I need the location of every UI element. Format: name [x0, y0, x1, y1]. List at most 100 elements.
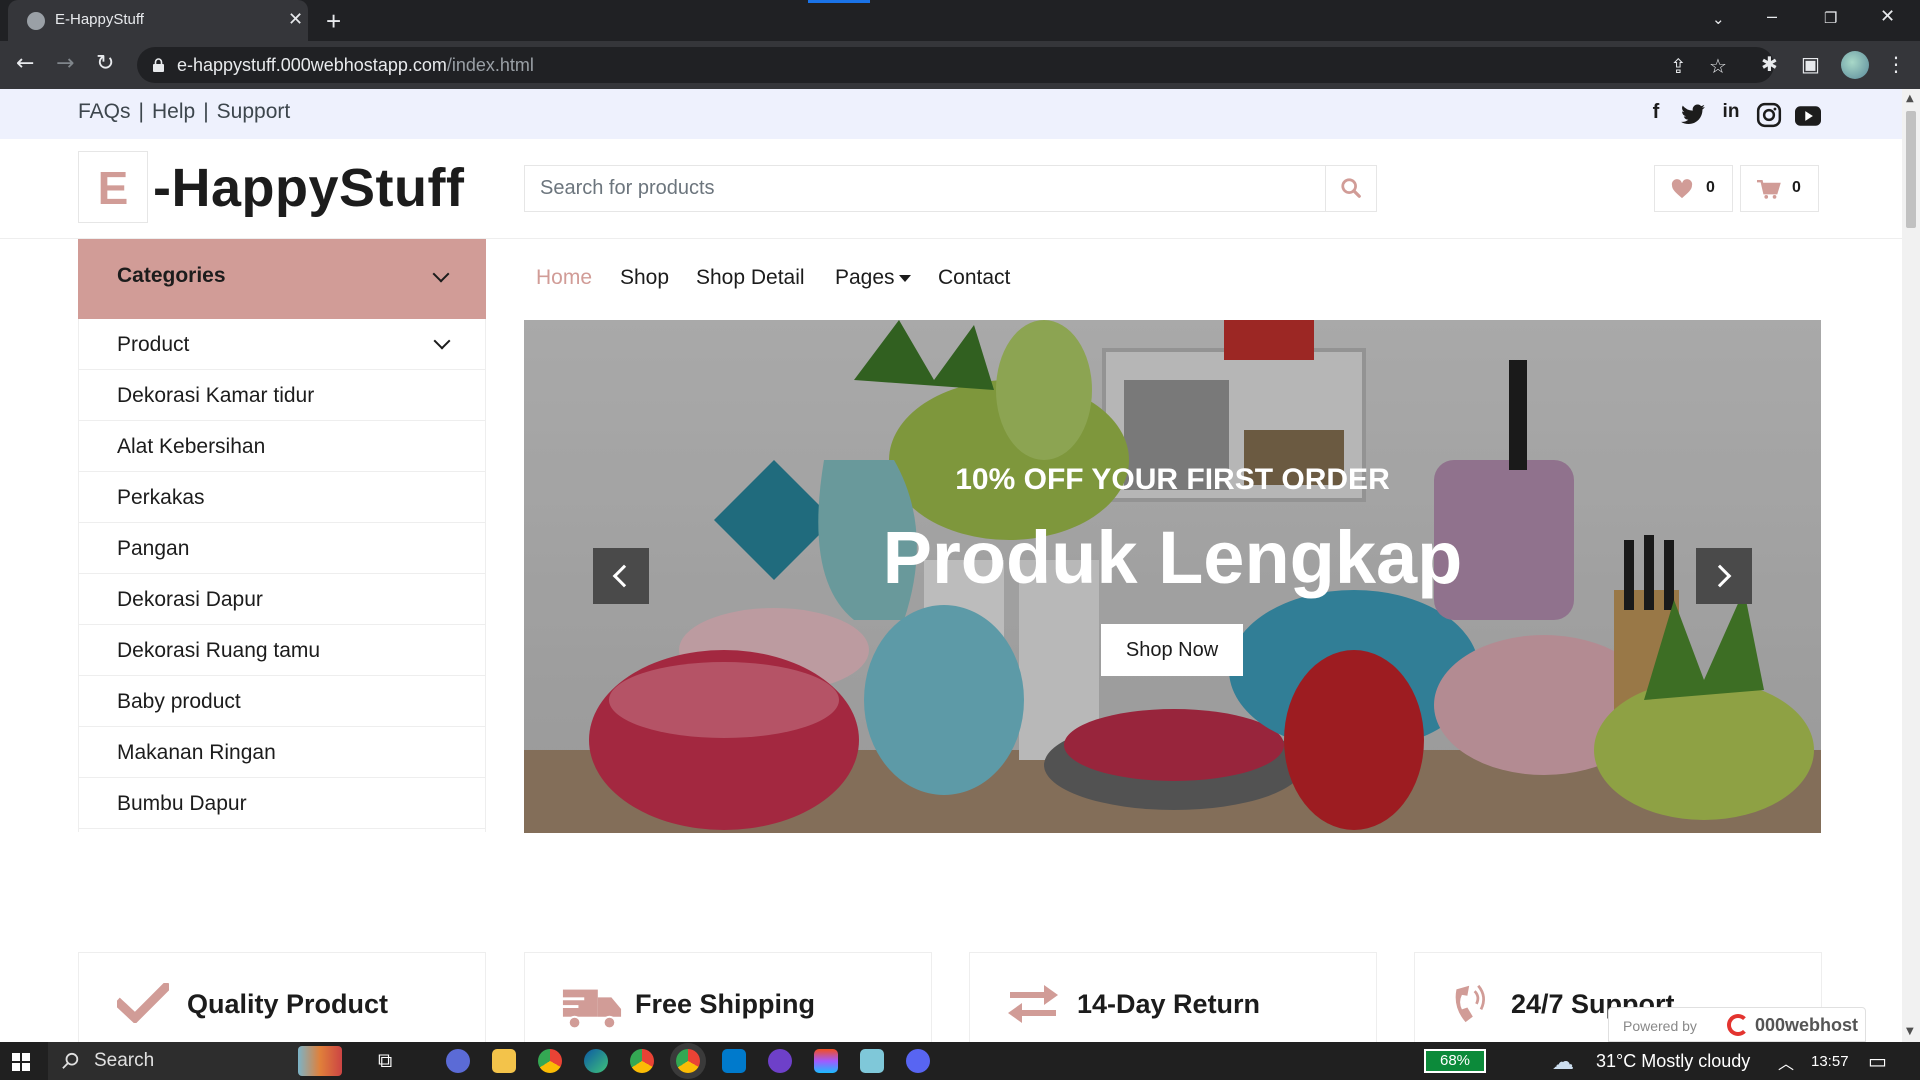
chevron-up-icon[interactable]: ︿ [1778, 1050, 1794, 1074]
scroll-up-icon[interactable]: ▲ [1906, 93, 1914, 104]
carousel-prev-button[interactable] [593, 548, 649, 604]
search-input[interactable] [525, 166, 1325, 211]
chrome-icon[interactable] [630, 1049, 654, 1073]
windows-taskbar: Search ⧉ 68% ☁ 31°C Mostly cloudy ︿ 13:5… [0, 1042, 1920, 1080]
taskbar-search-label: Search [94, 1050, 155, 1071]
category-label: Makanan Ringan [117, 741, 276, 764]
category-label: Perkakas [117, 486, 205, 509]
search-bar [524, 165, 1377, 212]
help-links: FAQs | Help | Support [78, 100, 291, 123]
shop-now-button[interactable]: Shop Now [1101, 624, 1243, 676]
categories-toggle[interactable]: Categories [78, 239, 486, 319]
edge-icon[interactable] [584, 1049, 608, 1073]
clock-time[interactable]: 13:57 [1811, 1053, 1849, 1070]
side-panel-icon[interactable]: ▣ [1801, 52, 1820, 76]
search-highlight-icon [298, 1046, 342, 1076]
twitter-icon[interactable] [1680, 102, 1706, 128]
discord-icon[interactable] [906, 1049, 930, 1073]
search-button[interactable] [1325, 166, 1376, 211]
category-item[interactable]: Perkakas [79, 472, 485, 523]
category-item[interactable]: Baby product [79, 676, 485, 727]
page-scrollbar[interactable]: ▲ ▼ [1902, 89, 1920, 1042]
restore-icon[interactable]: ❐ [1824, 9, 1837, 27]
globe-icon [27, 12, 45, 30]
logo-mark[interactable]: E [78, 151, 148, 223]
tab-title: E-HappyStuff [55, 11, 144, 28]
notepad-icon[interactable] [860, 1049, 884, 1073]
figma-icon[interactable] [814, 1049, 838, 1073]
wishlist-button[interactable]: 0 [1654, 165, 1733, 212]
cart-button[interactable]: 0 [1740, 165, 1819, 212]
check-icon [117, 983, 169, 1023]
browser-tab-strip: E-HappyStuff ✕ + ⌄ – ❐ ✕ [0, 0, 1920, 41]
browser-toolbar: ← → ↻ e-happystuff.000webhostapp.com/ind… [0, 41, 1920, 89]
browser-tab[interactable]: E-HappyStuff ✕ [8, 0, 308, 41]
copilot-app-icon[interactable] [446, 1049, 470, 1073]
caret-down-icon [898, 274, 911, 282]
category-item[interactable]: Bumbu Dapur [79, 778, 485, 829]
exchange-arrows-icon [1008, 985, 1058, 1023]
category-label: Dekorasi Kamar tidur [117, 384, 315, 407]
chrome-active-icon[interactable] [676, 1049, 700, 1073]
category-item-product[interactable]: Product [79, 319, 485, 370]
reload-icon[interactable]: ↻ [96, 51, 114, 76]
logo-text[interactable]: -HappyStuff [153, 157, 464, 219]
notification-icon[interactable]: ▭ [1868, 1049, 1887, 1073]
bookmark-star-icon[interactable]: ☆ [1709, 54, 1727, 78]
truck-icon [561, 989, 622, 1030]
battery-indicator[interactable]: 68% [1424, 1049, 1486, 1073]
category-item[interactable]: Pangan [79, 523, 485, 574]
facebook-icon[interactable]: f [1643, 101, 1669, 127]
support-link[interactable]: Support [217, 100, 291, 123]
web-page: FAQs|Help|Support f in E -HappyStuff 0 0… [0, 89, 1902, 1042]
github-desktop-icon[interactable] [768, 1049, 792, 1073]
share-icon[interactable]: ⇪ [1670, 54, 1687, 78]
back-icon[interactable]: ← [16, 51, 34, 76]
close-window-icon[interactable]: ✕ [1880, 6, 1895, 27]
taskbar-search[interactable]: Search [48, 1042, 342, 1080]
cart-count: 0 [1792, 179, 1801, 196]
badge-brand: 000webhost [1755, 1015, 1859, 1035]
youtube-icon[interactable] [1795, 103, 1821, 129]
vscode-icon[interactable] [722, 1049, 746, 1073]
category-label: Product [117, 333, 190, 356]
search-icon [62, 1052, 79, 1069]
scroll-thumb[interactable] [1906, 111, 1916, 228]
weather-text[interactable]: 31°C Mostly cloudy [1596, 1051, 1750, 1072]
category-item[interactable]: Dekorasi Ruang tamu [79, 625, 485, 676]
category-item[interactable]: Alat Kebersihan [79, 421, 485, 472]
feature-title: Quality Product [187, 989, 389, 1019]
nav-contact[interactable]: Contact [938, 266, 1010, 290]
nav-pages-label: Pages [835, 266, 895, 289]
linkedin-icon[interactable]: in [1718, 101, 1744, 127]
extensions-icon[interactable]: ✱ [1761, 52, 1778, 76]
instagram-icon[interactable] [1756, 102, 1782, 128]
nav-shop[interactable]: Shop [620, 266, 669, 290]
menu-kebab-icon[interactable]: ⋮ [1886, 52, 1906, 76]
category-item[interactable]: Dekorasi Dapur [79, 574, 485, 625]
minimize-icon[interactable]: – [1767, 6, 1777, 27]
category-item[interactable]: Makanan Ringan [79, 727, 485, 778]
address-bar[interactable]: e-happystuff.000webhostapp.com/index.htm… [137, 47, 1774, 83]
file-explorer-icon[interactable] [492, 1049, 516, 1073]
tab-search-icon[interactable]: ⌄ [1712, 10, 1725, 28]
new-tab-button[interactable]: + [326, 6, 341, 37]
carousel-next-button[interactable] [1696, 548, 1752, 604]
scroll-down-icon[interactable]: ▼ [1906, 1026, 1914, 1037]
shopping-cart-icon [1757, 179, 1781, 199]
close-tab-icon[interactable]: ✕ [288, 9, 303, 30]
help-link[interactable]: Help [152, 100, 195, 123]
windows-start-icon[interactable] [12, 1053, 30, 1071]
category-item[interactable]: Dekorasi Kamar tidur [79, 370, 485, 421]
chevron-down-icon [432, 265, 450, 283]
forward-icon[interactable]: → [56, 51, 74, 76]
nav-home[interactable]: Home [536, 266, 592, 290]
hosting-badge[interactable]: Powered by 000webhost [1608, 1007, 1866, 1042]
chrome-icon[interactable] [538, 1049, 562, 1073]
lock-icon [153, 58, 164, 72]
nav-pages[interactable]: Pages [835, 266, 911, 290]
nav-shop-detail[interactable]: Shop Detail [696, 266, 805, 290]
faqs-link[interactable]: FAQs [78, 100, 131, 123]
task-view-icon[interactable]: ⧉ [378, 1048, 392, 1072]
profile-avatar[interactable] [1841, 51, 1869, 79]
